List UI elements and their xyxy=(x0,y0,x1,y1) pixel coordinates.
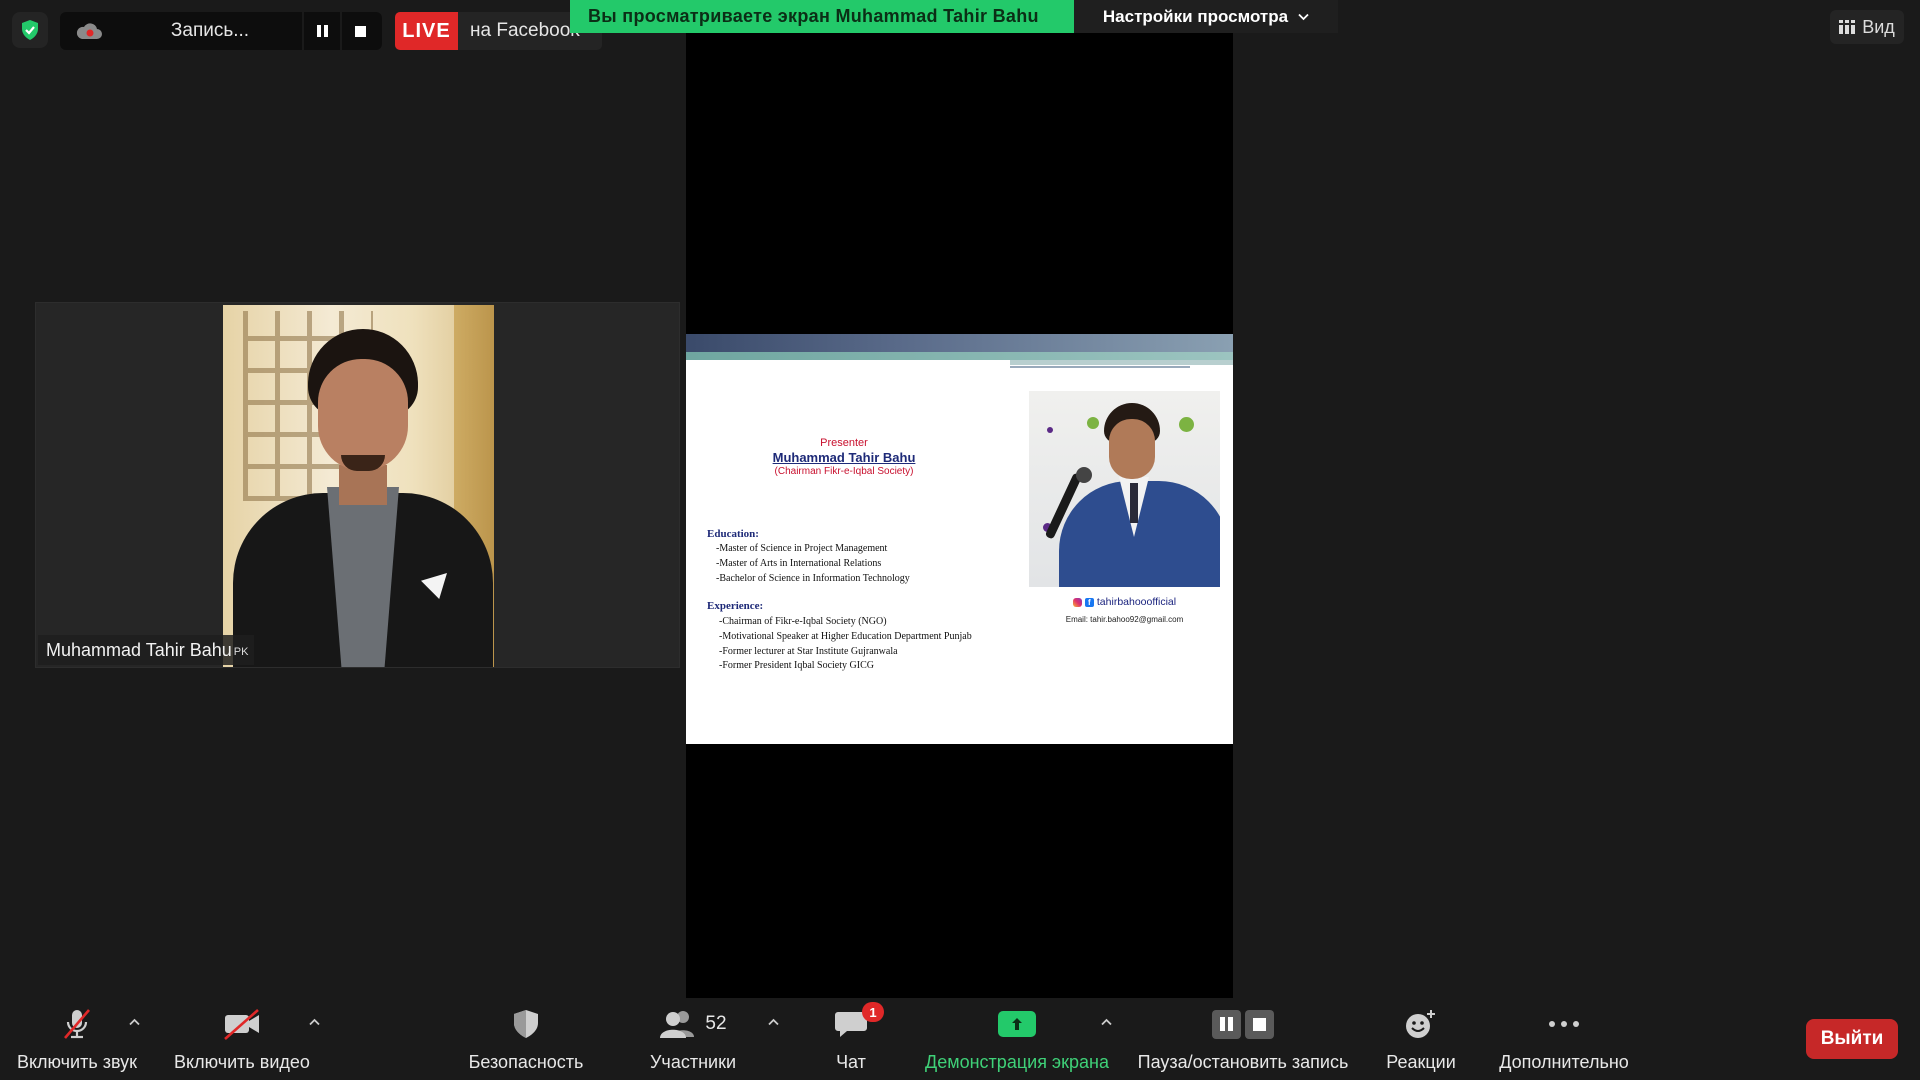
pause-icon xyxy=(316,25,328,37)
chevron-up-icon xyxy=(767,1018,779,1026)
participant-camera-feed xyxy=(223,305,494,667)
education-item: -Master of Science in Project Management xyxy=(716,543,888,554)
shield-check-icon xyxy=(22,20,38,40)
participant-country: PK xyxy=(233,646,249,658)
video-options-caret[interactable] xyxy=(304,1012,324,1032)
start-video-button[interactable]: Включить видео xyxy=(168,998,316,1080)
chat-unread-badge: 1 xyxy=(862,1002,884,1022)
social-handle-text: tahirbahooofficial xyxy=(1096,596,1177,608)
instagram-icon xyxy=(1072,597,1082,607)
participants-count: 52 xyxy=(705,1013,727,1034)
experience-item: -Motivational Speaker at Higher Educatio… xyxy=(719,630,972,642)
view-button[interactable]: Вид xyxy=(1830,10,1904,44)
chevron-up-icon xyxy=(1100,1018,1112,1026)
viewing-screen-banner: Вы просматриваете экран Muhammad Tahir B… xyxy=(570,0,1074,33)
video-off-icon xyxy=(222,1008,262,1040)
reactions-button[interactable]: Реакции xyxy=(1376,998,1466,1080)
education-item: -Master of Arts in International Relatio… xyxy=(716,557,882,569)
slide-presenter-photo xyxy=(1029,391,1220,587)
view-options-dropdown[interactable]: Настройки просмотра xyxy=(1074,0,1338,33)
slide-presenter-name: Muhammad Tahir Bahu xyxy=(772,450,916,465)
stop-icon xyxy=(354,25,366,37)
chat-button[interactable]: 1 Чат xyxy=(806,998,896,1080)
pause-recording-button[interactable] xyxy=(302,12,340,50)
chevron-up-icon xyxy=(308,1018,320,1026)
participant-name: Muhammad Tahir Bahu xyxy=(46,639,232,660)
share-screen-button[interactable]: Демонстрация экрана xyxy=(918,998,1116,1080)
slide-presenter-label: Presenter xyxy=(820,437,868,449)
security-button[interactable]: Безопасность xyxy=(456,998,596,1080)
grid-view-icon xyxy=(1839,20,1856,34)
view-button-label: Вид xyxy=(1862,16,1895,37)
more-dots-icon xyxy=(1547,1008,1581,1040)
leave-label: Выйти xyxy=(1820,1028,1884,1049)
unmute-label: Включить звук xyxy=(16,1052,138,1072)
chat-label: Чат xyxy=(836,1052,866,1072)
education-item: -Bachelor of Science in Information Tech… xyxy=(716,572,910,584)
chat-icon: 1 xyxy=(834,1002,884,1040)
chevron-down-icon xyxy=(1298,13,1309,20)
pause-icon xyxy=(1212,1009,1241,1039)
shield-icon xyxy=(511,1008,541,1040)
slide-social-handle: f tahirbahooofficial xyxy=(1029,596,1220,608)
view-options-label: Настройки просмотра xyxy=(1102,6,1289,26)
security-label: Безопасность xyxy=(468,1052,584,1072)
participants-button[interactable]: 52 Участники xyxy=(630,998,756,1080)
facebook-icon: f xyxy=(1084,597,1094,607)
meeting-toolbar: Включить звук Включить видео Безопасност… xyxy=(0,998,1920,1080)
share-screen-label: Демонстрация экрана xyxy=(925,1052,1109,1072)
audio-options-caret[interactable] xyxy=(124,1012,144,1032)
slide-email: Email: tahir.bahoo92@gmail.com xyxy=(1065,615,1184,624)
recording-label: Запись... xyxy=(170,20,250,41)
pause-stop-recording-button[interactable]: Пауза/остановить запись xyxy=(1132,998,1354,1080)
more-button[interactable]: Дополнительно xyxy=(1486,998,1642,1080)
shared-screen-view[interactable]: Presenter Muhammad Tahir Bahu (Chairman … xyxy=(686,33,1233,1000)
presentation-slide: Presenter Muhammad Tahir Bahu (Chairman … xyxy=(686,334,1233,744)
share-screen-icon xyxy=(998,1008,1036,1040)
pause-stop-recording-label: Пауза/остановить запись xyxy=(1137,1052,1349,1072)
cloud-record-icon xyxy=(60,21,118,41)
reactions-label: Реакции xyxy=(1386,1052,1456,1072)
live-destination: на Facebook xyxy=(470,20,580,41)
participants-label: Участники xyxy=(650,1052,736,1072)
participants-options-caret[interactable] xyxy=(763,1012,783,1032)
share-options-caret[interactable] xyxy=(1096,1012,1116,1032)
stop-recording-button[interactable] xyxy=(340,12,378,50)
more-label: Дополнительно xyxy=(1499,1052,1629,1072)
unmute-button[interactable]: Включить звук xyxy=(12,998,142,1080)
live-badge: LIVE xyxy=(395,12,458,50)
leave-meeting-button[interactable]: Выйти xyxy=(1806,1019,1898,1059)
mic-muted-icon xyxy=(60,1008,94,1040)
zoom-meeting-window: Запись... LIVE на Facebook Вы просматрив… xyxy=(0,0,1920,1080)
meeting-info-button[interactable] xyxy=(12,12,48,48)
recording-indicator: Запись... xyxy=(60,12,382,50)
recording-controls-icon xyxy=(1212,1008,1274,1040)
experience-item: -Former President Iqbal Society GICG xyxy=(719,660,874,672)
start-video-label: Включить видео xyxy=(174,1052,310,1072)
participant-video-tile[interactable]: Muhammad Tahir Bahu PK xyxy=(35,302,680,668)
viewing-banner-text: Вы просматриваете экран Muhammad Tahir B… xyxy=(588,6,1039,26)
experience-item: -Former lecturer at Star Institute Gujra… xyxy=(719,645,898,657)
stop-icon xyxy=(1245,1009,1274,1039)
participant-name-tag: Muhammad Tahir Bahu PK xyxy=(38,635,255,665)
slide-experience-heading: Experience: xyxy=(707,600,764,612)
reaction-icon xyxy=(1403,1008,1439,1040)
slide-education-heading: Education: xyxy=(707,528,759,540)
slide-experience-list: -Chairman of Fikr-e-Iqbal Society (NGO) … xyxy=(719,615,972,674)
slide-education-list: -Master of Science in Project Management… xyxy=(716,542,910,586)
experience-item: -Chairman of Fikr-e-Iqbal Society (NGO) xyxy=(719,616,887,627)
participants-icon: 52 xyxy=(659,1008,727,1040)
chevron-up-icon xyxy=(128,1018,140,1026)
slide-presenter-role: (Chairman Fikr-e-Iqbal Society) xyxy=(774,466,914,477)
